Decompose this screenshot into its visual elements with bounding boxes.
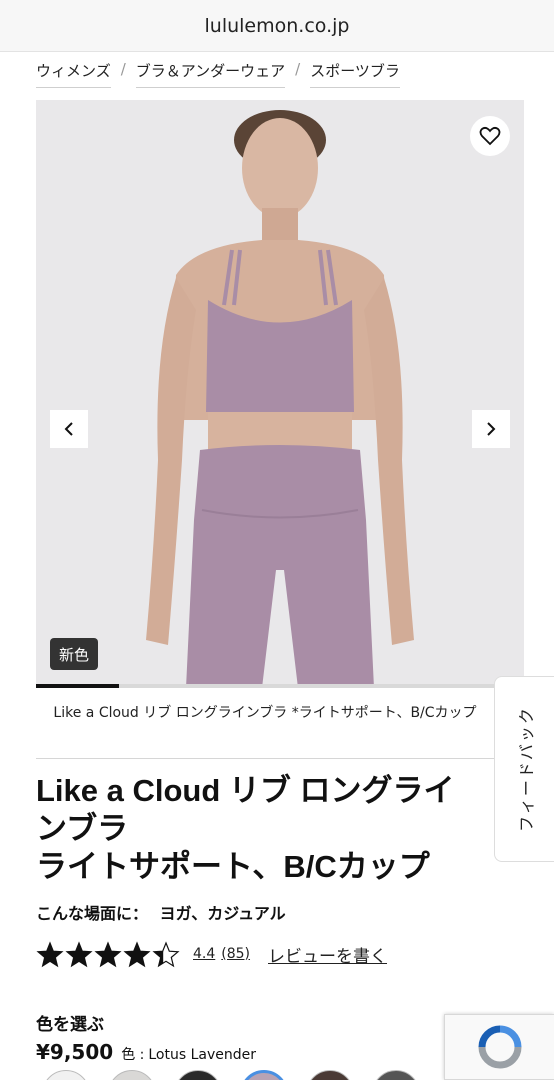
chevron-left-icon — [64, 422, 73, 436]
recaptcha-badge[interactable] — [444, 1014, 554, 1080]
price: ¥9,500 — [36, 1040, 114, 1064]
breadcrumb-womens[interactable]: ウィメンズ — [36, 60, 111, 88]
star-icon — [65, 940, 93, 967]
color-name: Lotus Lavender — [148, 1047, 256, 1063]
rating-value-link[interactable]: 4.4 — [193, 946, 215, 962]
next-image-button[interactable] — [472, 410, 510, 448]
star-icon — [152, 940, 180, 967]
color-swatch[interactable] — [174, 1070, 222, 1080]
breadcrumb-separator: / — [295, 60, 301, 78]
feedback-label: フィードバック — [516, 706, 536, 832]
activity-value: ヨガ、カジュアル — [159, 904, 286, 923]
divider — [36, 758, 494, 759]
wishlist-button[interactable] — [470, 116, 510, 156]
breadcrumb: ウィメンズ / ブラ＆アンダーウェア / スポーツブラ — [36, 60, 400, 90]
product-title-line-2: ンブラ — [36, 811, 129, 846]
heart-icon — [479, 126, 501, 146]
rating-row: 4.4 (85) レビューを書く — [36, 938, 387, 970]
product-title-line-3: ライトサポート、B/Cカップ — [36, 849, 430, 884]
color-swatch[interactable] — [240, 1070, 288, 1080]
gallery-progress-fill — [36, 684, 119, 688]
chevron-right-icon — [487, 422, 496, 436]
gallery-progress-bar — [36, 684, 524, 688]
product-title: Like a Cloud リブ ロングライ ンブラ ライトサポート、B/Cカップ — [36, 772, 498, 886]
star-rating — [36, 940, 181, 968]
image-caption: Like a Cloud リブ ロングラインブラ *ライトサポート、B/Cカップ — [53, 705, 477, 721]
star-icon — [94, 940, 122, 967]
address-bar[interactable]: lululemon.co.jp — [0, 0, 554, 52]
color-label: 色 : — [121, 1047, 145, 1063]
breadcrumb-bras-underwear[interactable]: ブラ＆アンダーウェア — [135, 60, 286, 88]
price-row: ¥9,500 色 : Lotus Lavender — [36, 1040, 256, 1064]
color-swatch[interactable] — [306, 1070, 354, 1080]
color-swatch[interactable] — [108, 1070, 156, 1080]
activity-tags: こんな場面に： ヨガ、カジュアル — [36, 900, 286, 924]
activity-label: こんな場面に： — [36, 904, 149, 923]
color-swatch[interactable] — [372, 1070, 420, 1080]
feedback-tab[interactable]: フィードバック — [494, 676, 554, 862]
review-count-link[interactable]: (85) — [221, 946, 250, 962]
color-heading: 色を選ぶ — [36, 1015, 104, 1035]
product-photo — [36, 100, 524, 688]
color-swatch[interactable] — [42, 1070, 90, 1080]
star-icon — [123, 940, 151, 967]
write-review-link[interactable]: レビューを書く — [268, 942, 387, 967]
breadcrumb-separator: / — [120, 60, 126, 78]
previous-image-button[interactable] — [50, 410, 88, 448]
url-text: lululemon.co.jp — [204, 14, 350, 37]
color-swatches — [42, 1068, 442, 1080]
product-title-line-1: Like a Cloud リブ ロングライ — [36, 773, 455, 808]
breadcrumb-sports-bras[interactable]: スポーツブラ — [310, 60, 400, 88]
star-icon — [36, 940, 64, 967]
new-color-badge: 新色 — [50, 638, 99, 670]
product-image-gallery[interactable]: 新色 — [36, 100, 524, 688]
recaptcha-icon — [478, 1025, 521, 1069]
